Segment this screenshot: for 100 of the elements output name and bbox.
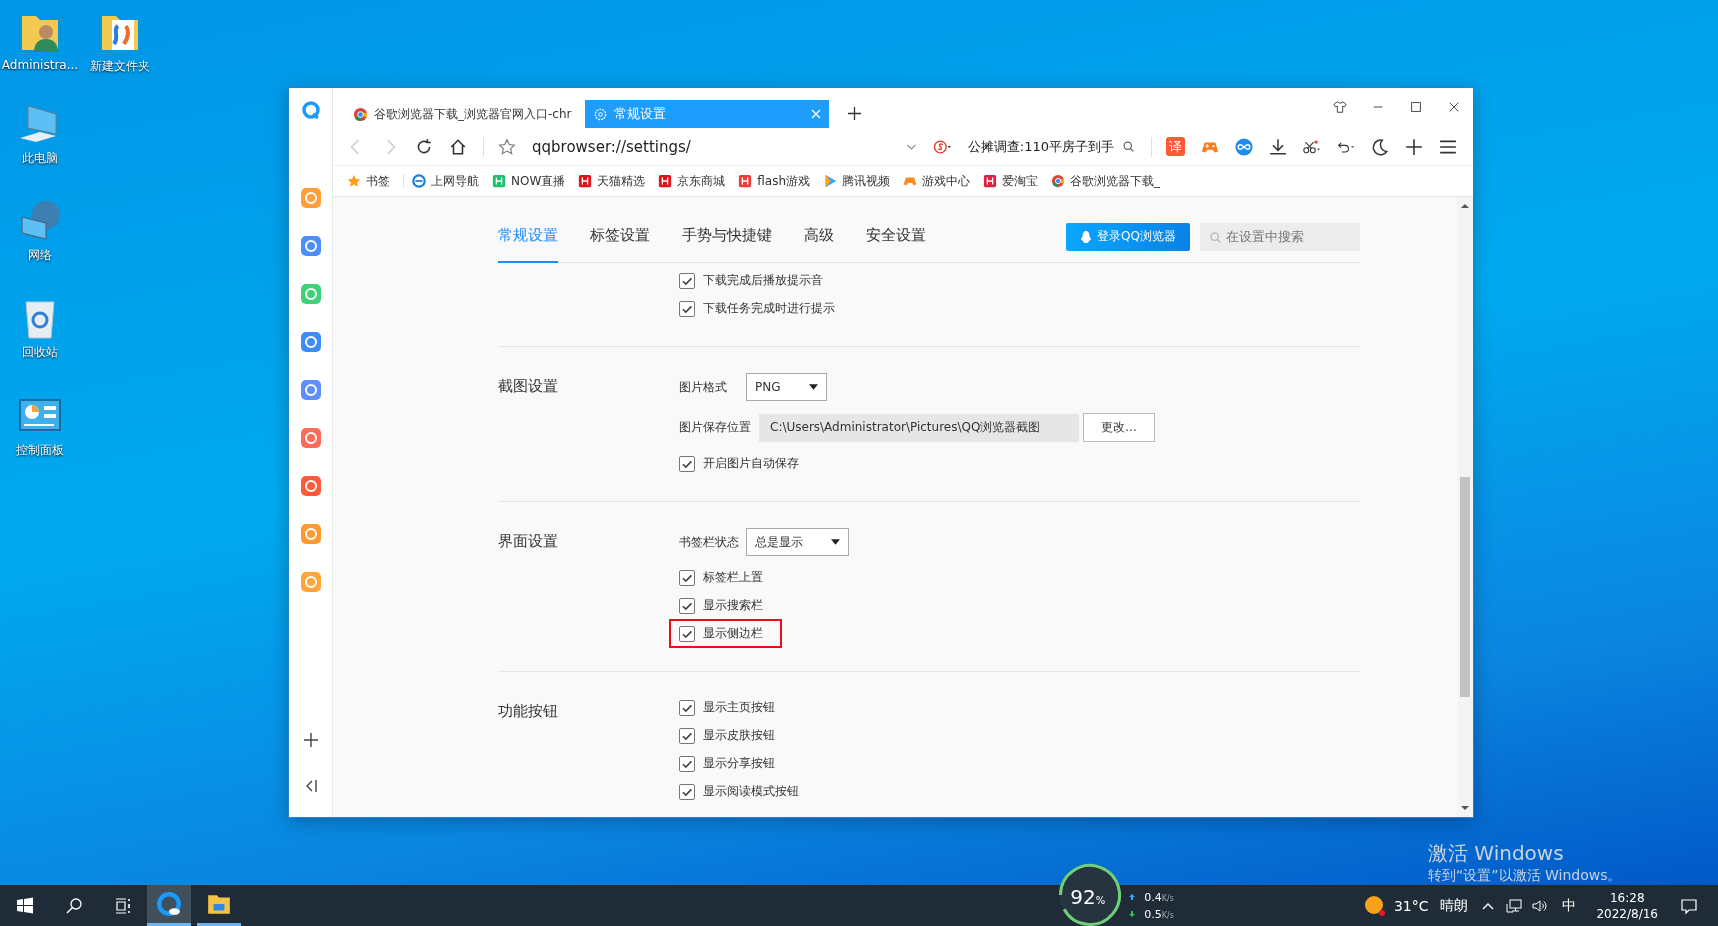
bookmark-item[interactable]: 游戏中心 <box>903 172 971 190</box>
bookmark-item[interactable]: 书签 <box>347 172 390 190</box>
scroll-up-icon[interactable] <box>1460 201 1470 211</box>
download-speed: 0.5K/s <box>1144 907 1174 921</box>
site-icon <box>738 174 753 188</box>
bookmark-item[interactable]: NOW直播 <box>492 172 566 190</box>
close-icon[interactable] <box>1447 100 1461 114</box>
path-field[interactable]: C:\Users\Administrator\Pictures\QQ浏览器截图 <box>759 413 1079 442</box>
checkbox-label: 下载任务完成时进行提示 <box>703 300 835 317</box>
checkbox[interactable] <box>679 727 695 744</box>
desktop-icon-label: Administra... <box>1 58 79 72</box>
settings-tab[interactable]: 手势与快捷键 <box>682 210 772 263</box>
bookmark-item[interactable]: flash游戏 <box>738 172 811 190</box>
task-view-icon[interactable] <box>114 896 132 915</box>
desktop-icon-label: 此电脑 <box>22 150 58 167</box>
usage-reading: 92% <box>1070 884 1106 909</box>
dropdown[interactable]: 总是显示 <box>746 528 849 556</box>
activation-title: 激活 Windows <box>1428 840 1565 867</box>
section-title: 功能按钮 <box>498 702 558 720</box>
home-icon[interactable] <box>449 137 467 156</box>
activation-subtitle: 转到“设置”以激活 Windows。 <box>1428 867 1622 885</box>
site-icon <box>983 174 998 188</box>
bookmark-item[interactable]: 上网导航 <box>412 172 479 190</box>
settings-tab[interactable]: 高级 <box>804 210 834 263</box>
reload-icon[interactable] <box>415 137 433 156</box>
checkbox-label: 显示分享按钮 <box>703 755 775 772</box>
section-title: 界面设置 <box>498 532 558 550</box>
browser-e-icon <box>412 174 426 188</box>
settings-tab[interactable]: 安全设置 <box>866 210 926 263</box>
network-icon[interactable] <box>1506 897 1523 914</box>
gear-icon <box>593 106 609 122</box>
desktop-icon-label: 新建文件夹 <box>90 58 150 75</box>
chrome-icon <box>1051 174 1066 188</box>
site-icon <box>578 174 593 188</box>
checkbox[interactable] <box>679 455 695 472</box>
checkbox[interactable] <box>679 783 695 800</box>
settings-search-field[interactable]: 在设置中搜索 <box>1200 222 1360 251</box>
upload-arrow-icon <box>1128 893 1137 901</box>
input-method-indicator[interactable]: 中 <box>1562 896 1577 915</box>
volume-icon[interactable] <box>1532 897 1549 914</box>
scroll-down-icon[interactable] <box>1460 803 1470 813</box>
temperature[interactable]: 31°C <box>1393 897 1429 914</box>
clock[interactable]: 16:28 2022/8/16 <box>1596 890 1658 921</box>
site-icon <box>658 174 673 188</box>
checkbox-label: 显示搜索栏 <box>703 597 763 614</box>
caret-icon <box>831 539 840 545</box>
bookmark-item[interactable]: 谷歌浏览器下载_ <box>1051 172 1161 190</box>
checkbox-label: 标签栏上置 <box>703 569 763 586</box>
checkbox-label: 开启图片自动保存 <box>703 455 799 472</box>
maximize-icon[interactable] <box>1409 100 1423 114</box>
checkbox-label: 显示主页按钮 <box>703 699 775 716</box>
sun-icon[interactable] <box>1363 894 1386 917</box>
desktop-icon-label: 控制面板 <box>16 442 64 459</box>
weather-text[interactable]: 晴朗 <box>1440 896 1469 915</box>
site-icon <box>492 174 506 188</box>
checkbox[interactable] <box>679 625 695 642</box>
notification-icon[interactable] <box>1680 896 1698 915</box>
moon-icon[interactable] <box>1371 137 1389 156</box>
checkbox[interactable] <box>679 597 695 614</box>
checkbox-label: 显示皮肤按钮 <box>703 727 775 744</box>
section-title: 截图设置 <box>498 377 558 395</box>
bookmark-item[interactable]: 腾讯视频 <box>823 172 891 190</box>
checkbox[interactable] <box>679 569 695 586</box>
bookmark-item[interactable]: 天猫精选 <box>578 172 646 190</box>
bookmark-item[interactable]: 爱淘宝 <box>983 172 1039 190</box>
caret-icon <box>808 384 818 390</box>
upload-speed: 0.4K/s <box>1144 890 1174 904</box>
shirt-icon[interactable] <box>1333 100 1347 114</box>
new-tab-icon[interactable] <box>847 106 863 121</box>
field-label: 图片格式 <box>679 378 728 396</box>
checkbox-label: 显示阅读模式按钮 <box>703 783 799 800</box>
download-icon[interactable] <box>1269 137 1287 156</box>
bookmark-item[interactable]: 京东商城 <box>658 172 726 190</box>
add-icon[interactable] <box>302 732 319 748</box>
penguin-icon <box>1080 229 1093 244</box>
checkbox[interactable] <box>679 755 695 772</box>
add-icon[interactable] <box>1405 137 1423 156</box>
scrollbar-thumb[interactable] <box>1460 477 1470 697</box>
infinity-icon[interactable] <box>1235 137 1253 156</box>
browser-logo-icon[interactable] <box>300 100 321 120</box>
desktop-icon-label: 回收站 <box>22 344 58 361</box>
checkbox[interactable] <box>679 300 695 317</box>
play-icon <box>823 174 838 188</box>
dropdown[interactable]: PNG <box>746 373 827 401</box>
browser-logo-icon <box>156 891 182 917</box>
change-button[interactable]: 更改... <box>1083 413 1155 442</box>
checkbox[interactable] <box>679 699 695 716</box>
checkbox-label: 下载完成后播放提示音 <box>703 272 823 289</box>
field-label: 图片保存位置 <box>679 419 752 436</box>
settings-tab[interactable]: 标签设置 <box>590 210 650 263</box>
address-field[interactable]: qqbrowser://settings/ <box>532 137 905 156</box>
desktop-icon-label: 网络 <box>28 247 52 264</box>
download-arrow-icon <box>1128 910 1137 918</box>
hot-search-text[interactable]: 公摊调查:110平房子到手 <box>967 137 1114 156</box>
checkbox-label: 显示侧边栏 <box>703 625 763 642</box>
browser-taskbar-button[interactable] <box>147 885 191 926</box>
browser-tab[interactable]: 谷歌浏览器下载_浏览器官网入口-chr <box>345 100 580 128</box>
checkbox[interactable] <box>679 272 695 289</box>
start-icon[interactable] <box>16 896 34 915</box>
field-label: 书签栏状态 <box>679 533 740 551</box>
